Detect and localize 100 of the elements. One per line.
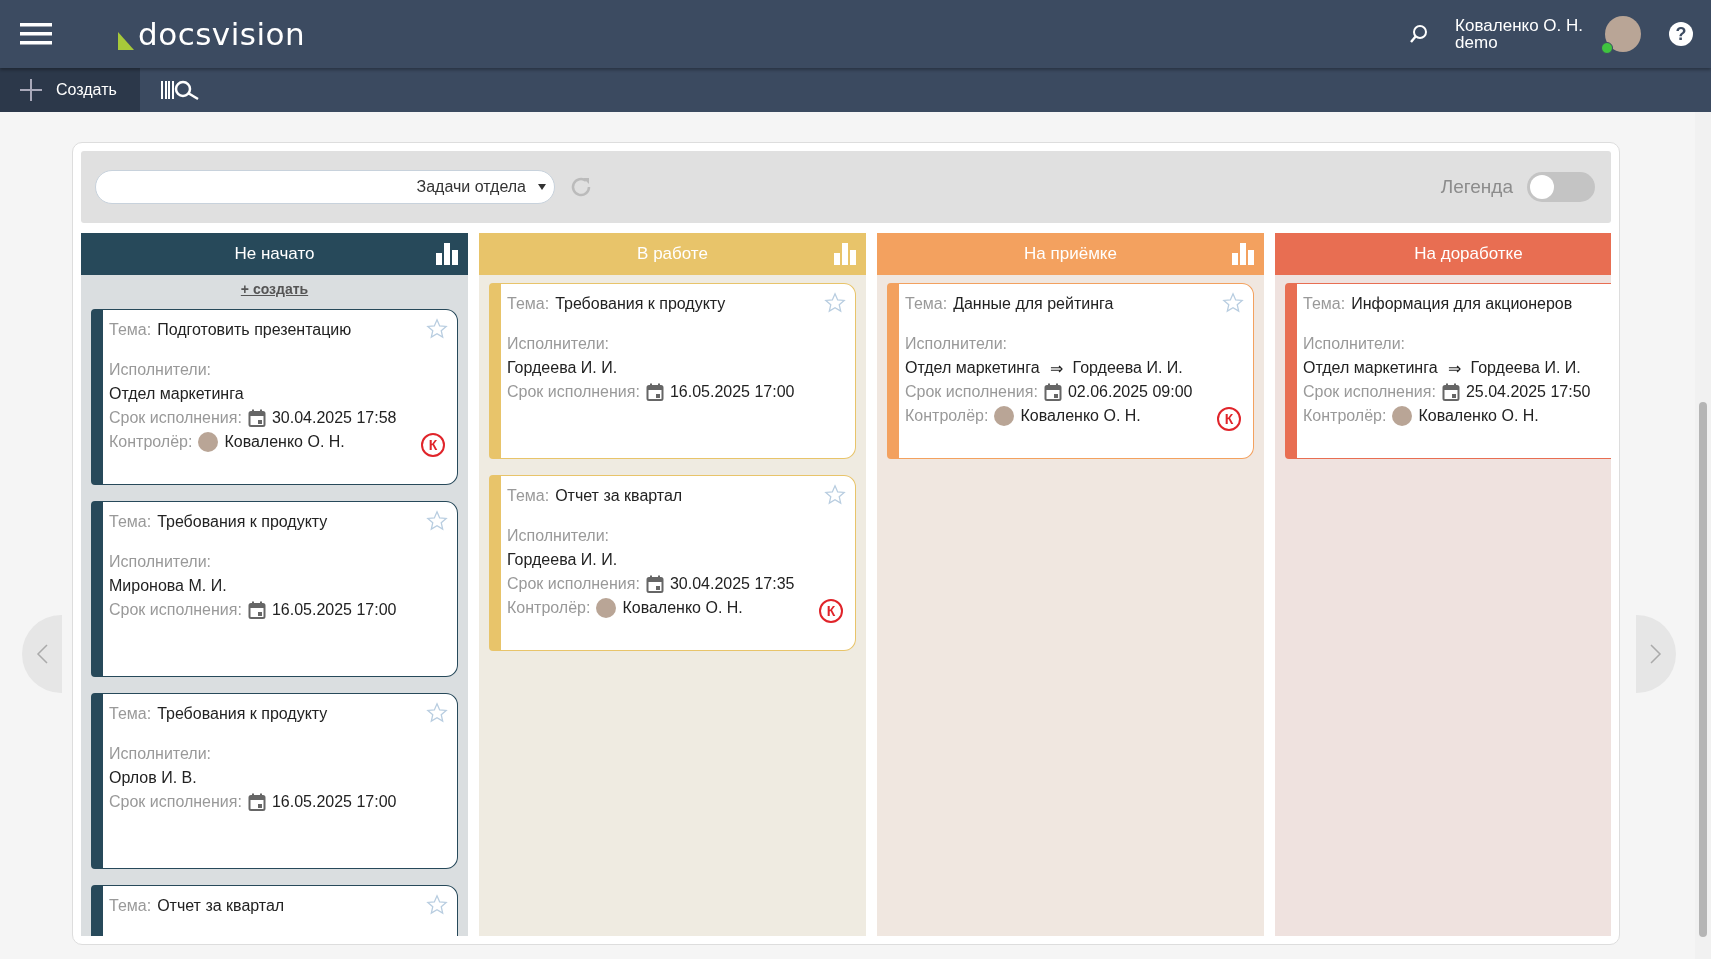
deadline-value: 16.05.2025 17:00 (271, 793, 397, 811)
column-title: В работе (637, 244, 708, 264)
performer-name: Миронова М. И. (109, 577, 227, 595)
deadline-value: 30.04.2025 17:35 (669, 575, 795, 593)
task-topic: Отчет за квартал (157, 897, 285, 915)
controller-label: Контролёр: (507, 599, 591, 617)
calendar-icon (247, 601, 266, 619)
avatar-circle (1392, 406, 1413, 426)
column-title: На приёмке (1024, 244, 1117, 264)
user-name[interactable]: Коваленко О. Н. (1455, 17, 1583, 34)
deadline-value: 30.04.2025 17:58 (271, 409, 397, 427)
deadline-value: 16.05.2025 17:00 (271, 601, 397, 619)
topic-label: Тема: (109, 897, 152, 915)
calendar-icon (1441, 383, 1460, 401)
star-icon[interactable] (426, 702, 448, 724)
help-button[interactable]: ? (1669, 22, 1693, 46)
avatar-circle (198, 432, 219, 452)
star-icon[interactable] (1222, 292, 1244, 314)
avatar-circle (596, 598, 617, 618)
task-topic: Требования к продукту (157, 705, 328, 723)
performers-label: Исполнители: (905, 335, 1008, 353)
control-mark: К (819, 599, 843, 623)
calendar-icon (1043, 383, 1062, 401)
topic-label: Тема: (1303, 295, 1346, 313)
star-icon[interactable] (824, 292, 846, 314)
task-topic: Информация для акционеров (1351, 295, 1573, 313)
task-card[interactable]: Тема: Подготовить презентацию Исполнители: Отдел маркетинга Срок исполнения: 30.04.2025 17:58 Контролёр: Коваленко О. Н. К (91, 309, 458, 485)
delegation-arrow: ⇒ (1049, 358, 1063, 378)
performer-name: Отдел маркетинга (905, 359, 1040, 377)
star-icon[interactable] (426, 894, 448, 916)
performers-label: Исполнители: (109, 745, 212, 763)
controller-label: Контролёр: (905, 407, 989, 425)
performers-label: Исполнители: (1303, 335, 1406, 353)
chevron-right-icon (1649, 643, 1663, 665)
create-link[interactable]: + создать (240, 281, 309, 297)
performers-label: Исполнители: (507, 527, 610, 545)
performers-label: Исполнители: (109, 361, 212, 379)
deadline-label: Срок исполнения: (109, 601, 242, 619)
task-topic: Требования к продукту (157, 513, 328, 531)
view-dropdown[interactable]: Задачи отдела (95, 170, 555, 204)
controller-name: Коваленко О. Н. (1020, 407, 1141, 425)
calendar-icon (645, 383, 664, 401)
controller-name: Коваленко О. Н. (1418, 407, 1539, 425)
task-topic: Отчет за квартал (555, 487, 683, 505)
task-card[interactable]: Тема: Отчет за квартал Исполнители: Гордеева И. И. Срок исполнения: 30.04.2025 17:35 Контролёр: Коваленко О. Н. К (489, 475, 856, 651)
deadline-value: 02.06.2025 09:00 (1067, 383, 1193, 401)
controller-label: Контролёр: (109, 433, 193, 451)
control-mark: К (421, 433, 445, 457)
create-button[interactable]: Создать (0, 68, 140, 112)
task-card[interactable]: Тема: Данные для рейтинга Исполнители: Отдел маркетинга ⇒ Гордеева И. И. Срок исполнения: 02.06.2025 09:00 Контролёр: Коваленко О. Н. К (887, 283, 1254, 459)
performer-name: Отдел маркетинга (109, 385, 244, 403)
deadline-label: Срок исполнения: (1303, 383, 1436, 401)
controller-name: Коваленко О. Н. (622, 599, 743, 617)
topic-label: Тема: (109, 321, 152, 339)
performer-name: Гордеева И. И. (507, 359, 618, 377)
task-card[interactable]: Тема: Информация для акционеров Исполнители: Отдел маркетинга ⇒ Гордеева И. И. Срок исполнения: 25.04.2025 17:50 Контролёр: Коваленко О. Н. (1285, 283, 1611, 459)
legend-label: Легенда (1440, 176, 1513, 198)
star-icon[interactable] (426, 510, 448, 532)
bar-chart-icon[interactable] (436, 243, 458, 265)
performer-name: Гордеева И. И. (1072, 359, 1183, 377)
topic-label: Тема: (507, 295, 550, 313)
deadline-label: Срок исполнения: (109, 793, 242, 811)
task-topic: Данные для рейтинга (953, 295, 1114, 313)
calendar-icon (645, 575, 664, 593)
deadline-label: Срок исполнения: (109, 409, 242, 427)
scrollbar[interactable] (1695, 112, 1711, 959)
deadline-label: Срок исполнения: (507, 383, 640, 401)
deadline-value: 25.04.2025 17:50 (1465, 383, 1591, 401)
topic-label: Тема: (507, 487, 550, 505)
task-card[interactable]: Тема: Требования к продукту Исполнители: Гордеева И. И. Срок исполнения: 16.05.2025 17:00 (489, 283, 856, 459)
star-icon[interactable] (824, 484, 846, 506)
refresh-icon[interactable] (569, 175, 593, 199)
chevron-left-icon (35, 643, 49, 665)
delegation-arrow: ⇒ (1447, 358, 1461, 378)
legend-toggle[interactable] (1527, 172, 1595, 202)
task-topic: Требования к продукту (555, 295, 726, 313)
column-title: Не начато (234, 244, 315, 264)
task-card[interactable]: Тема: Требования к продукту Исполнители: Миронова М. И. Срок исполнения: 16.05.2025 17:00 (91, 501, 458, 677)
topic-label: Тема: (109, 513, 152, 531)
menu-icon[interactable] (20, 22, 52, 46)
deadline-label: Срок исполнения: (905, 383, 1038, 401)
search-icon[interactable] (1409, 24, 1430, 44)
column-title: На доработке (1414, 244, 1523, 264)
logo-triangle-icon (116, 31, 134, 50)
logo-text[interactable]: docsvision (138, 18, 306, 50)
controller-name: Коваленко О. Н. (224, 433, 345, 451)
task-topic: Подготовить презентацию (157, 321, 352, 339)
calendar-icon (247, 793, 266, 811)
performer-name: Отдел маркетинга (1303, 359, 1438, 377)
performer-name: Гордеева И. И. (507, 551, 618, 569)
star-icon[interactable] (426, 318, 448, 340)
performer-name: Орлов И. В. (109, 769, 197, 787)
plus-icon (20, 79, 42, 101)
task-card[interactable]: Тема: Отчет за квартал (91, 885, 458, 936)
user-login: demo (1455, 34, 1499, 51)
avatar-circle (994, 406, 1015, 426)
user-avatar[interactable] (1605, 16, 1641, 52)
performers-label: Исполнители: (109, 553, 212, 571)
task-card[interactable]: Тема: Требования к продукту Исполнители: Орлов И. В. Срок исполнения: 16.05.2025 17:00 (91, 693, 458, 869)
topic-label: Тема: (109, 705, 152, 723)
